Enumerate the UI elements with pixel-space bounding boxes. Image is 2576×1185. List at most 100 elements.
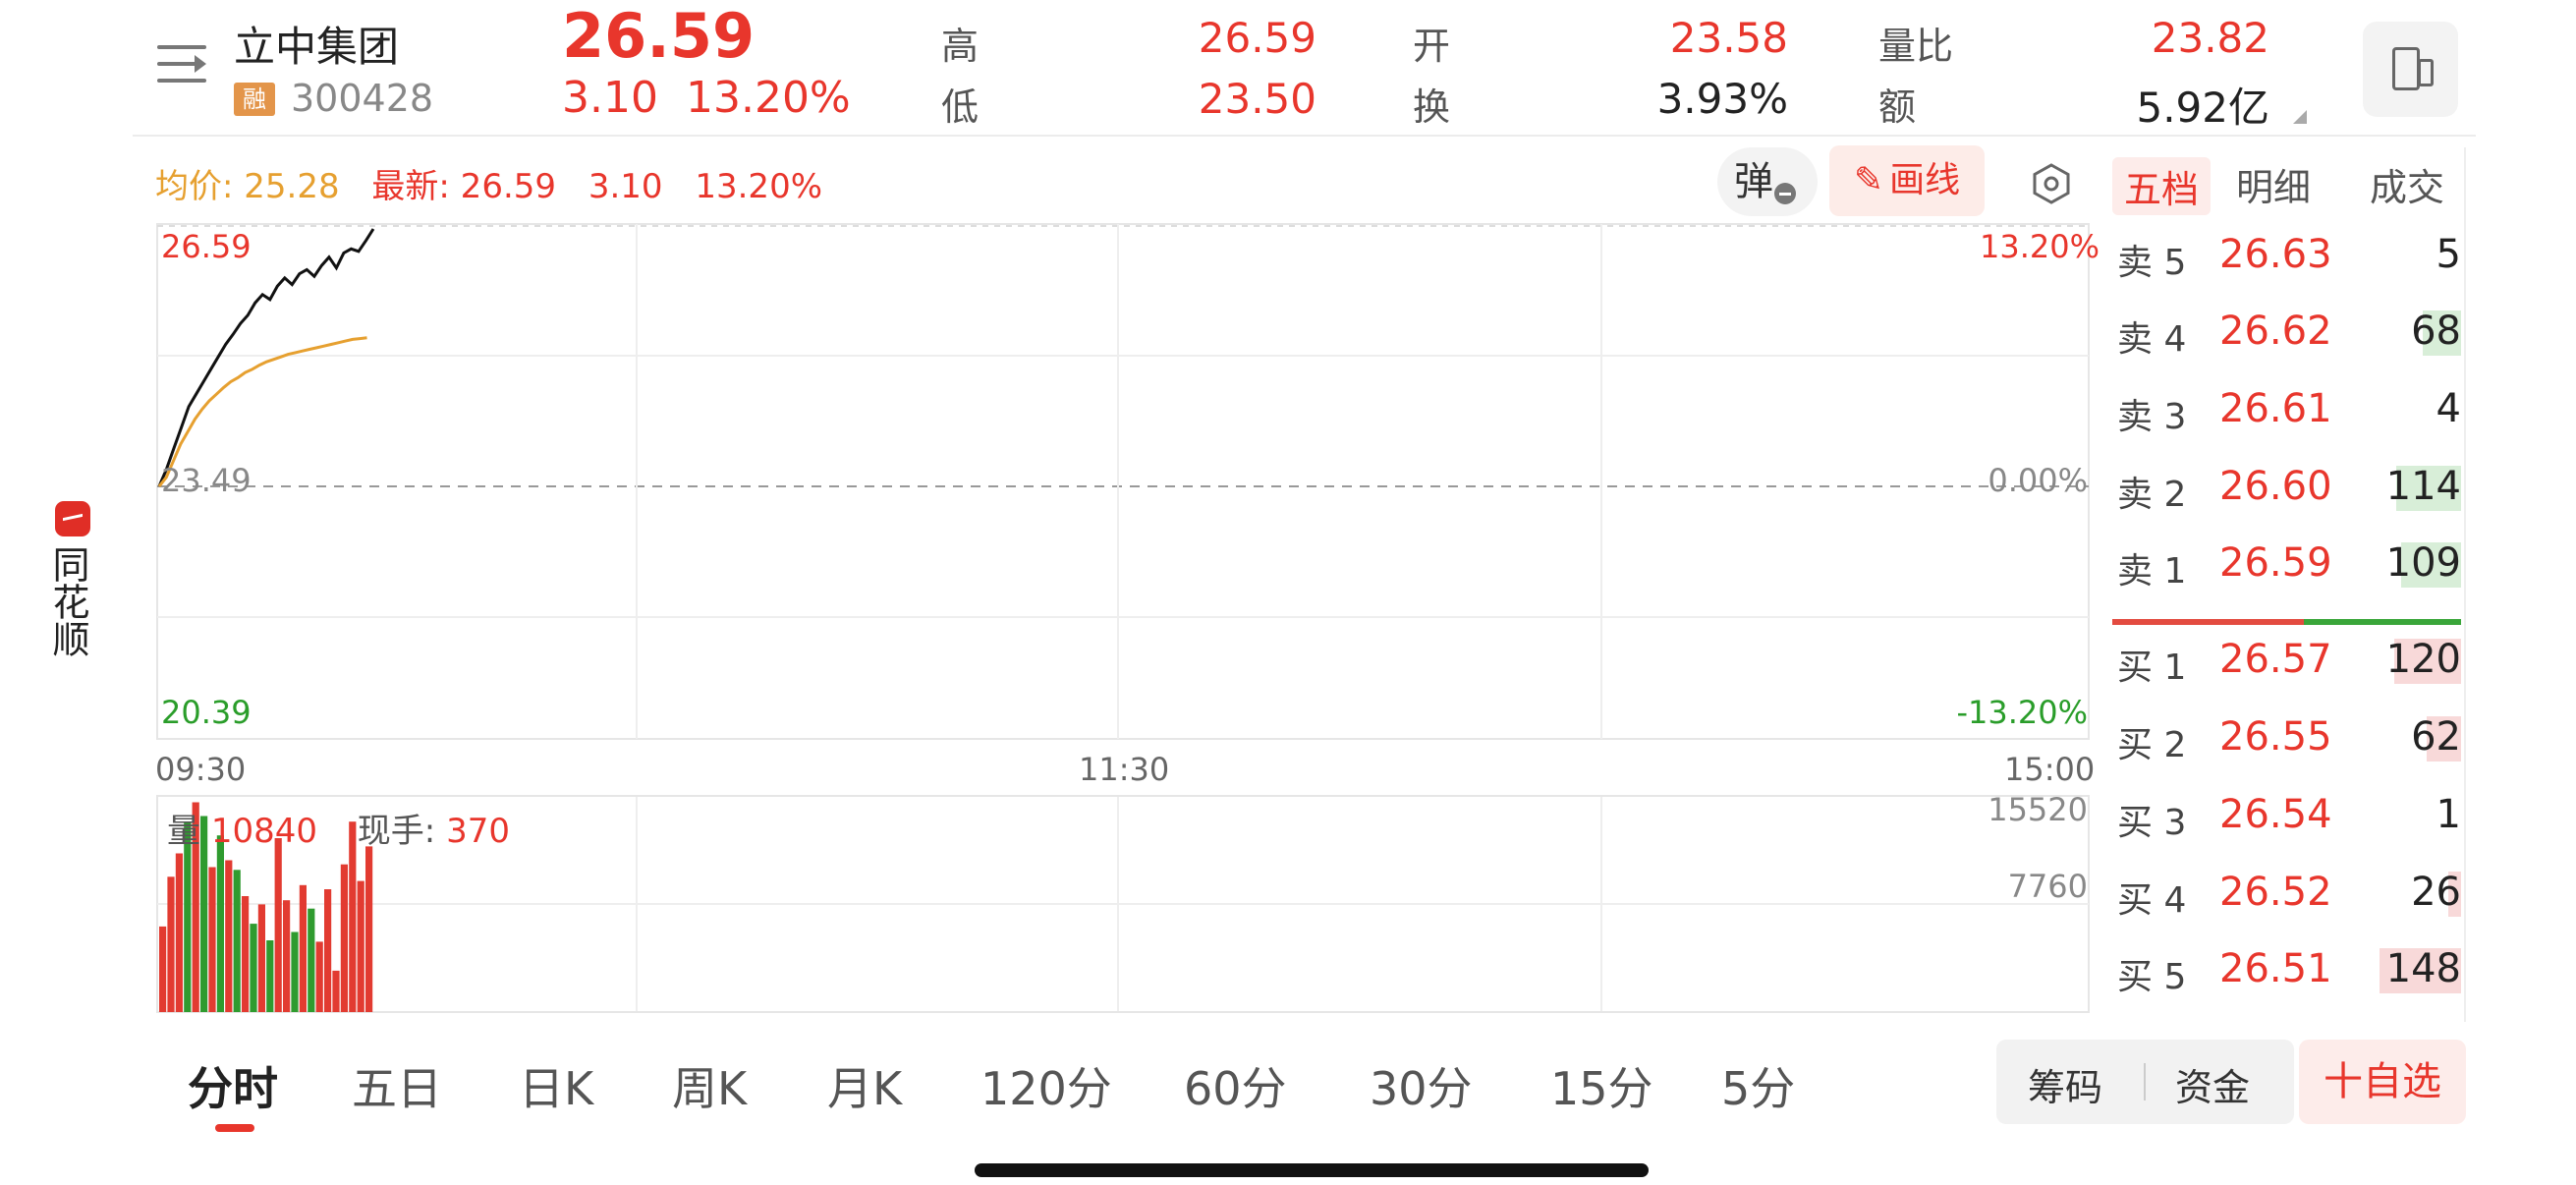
- tab-trades[interactable]: 成交: [2370, 157, 2444, 211]
- level-qty: 109: [2385, 540, 2461, 586]
- ask-row[interactable]: 卖 5 26.63 5: [2117, 226, 2461, 297]
- volume-bar: [365, 846, 373, 1012]
- volume-bar: [324, 889, 332, 1012]
- bid-row[interactable]: 买 4 26.52 26: [2117, 864, 2461, 934]
- funds-button[interactable]: 资金: [2175, 1057, 2250, 1111]
- volume-bar: [225, 860, 233, 1012]
- ask-row[interactable]: 卖 1 26.59 109: [2117, 535, 2461, 605]
- volume-bar: [233, 870, 241, 1012]
- volume-bar: [266, 940, 274, 1012]
- level-price: 26.59: [2219, 540, 2332, 586]
- level-qty: 148: [2385, 946, 2461, 991]
- level-qty: 68: [2411, 309, 2461, 354]
- volume-bar: [315, 941, 323, 1012]
- level-label: 卖 5: [2117, 243, 2187, 283]
- price-line: [157, 228, 375, 487]
- period-tab[interactable]: 日K: [519, 1053, 593, 1118]
- volume-bar: [159, 926, 167, 1012]
- level-qty: 114: [2385, 464, 2461, 509]
- period-tab[interactable]: 120分: [980, 1053, 1112, 1118]
- orderbook-divider-buy: [2304, 619, 2461, 625]
- volume-mid-label: 7760: [2007, 868, 2088, 905]
- volume-bar: [167, 876, 175, 1012]
- volume-max-label: 15520: [1988, 791, 2088, 828]
- tab-five-levels[interactable]: 五档: [2112, 157, 2212, 215]
- level-label: 卖 1: [2117, 551, 2187, 592]
- ask-row[interactable]: 卖 4 26.62 68: [2117, 303, 2461, 373]
- level-price: 26.61: [2219, 386, 2332, 431]
- level-price: 26.55: [2219, 714, 2332, 760]
- orderbook-divider-sell: [2112, 619, 2304, 625]
- orderbook-tabs: 五档 明细 成交: [2112, 157, 2461, 216]
- bid-row[interactable]: 买 2 26.55 62: [2117, 708, 2461, 779]
- level-label: 卖 4: [2117, 319, 2187, 360]
- level-price: 26.63: [2219, 232, 2332, 277]
- volume-bar: [208, 867, 216, 1012]
- period-tab[interactable]: 五日: [352, 1053, 442, 1118]
- volume-bar: [216, 835, 224, 1012]
- level-label: 买 3: [2117, 803, 2187, 843]
- level-qty: 26: [2411, 870, 2461, 915]
- level-price: 26.54: [2219, 792, 2332, 837]
- y-label-bottom-right: -13.20%: [1956, 694, 2088, 731]
- volume-label: 量: [167, 812, 200, 851]
- y-label-top-left: 26.59: [161, 228, 252, 265]
- volume-bar: [308, 908, 315, 1012]
- price-panel-frame: [156, 223, 2090, 740]
- volume-bar: [291, 931, 299, 1012]
- time-label-close: 15:00: [2004, 751, 2096, 788]
- volume-bar: [257, 904, 265, 1012]
- level-label: 卖 2: [2117, 475, 2187, 515]
- level-label: 卖 3: [2117, 397, 2187, 437]
- ask-row[interactable]: 卖 2 26.60 114: [2117, 458, 2461, 529]
- add-watchlist-button[interactable]: 十自选: [2299, 1040, 2466, 1124]
- level-price: 26.52: [2219, 870, 2332, 915]
- level-price: 26.62: [2219, 309, 2332, 354]
- chip-funds-group: 筹码 资金: [1996, 1040, 2294, 1124]
- chip-button[interactable]: 筹码: [2028, 1057, 2102, 1111]
- tab-details[interactable]: 明细: [2236, 157, 2311, 211]
- level-price: 26.51: [2219, 946, 2332, 991]
- volume-info: 量 10840 现手: 370: [167, 804, 539, 852]
- level-label: 买 2: [2117, 725, 2187, 765]
- current-hand-value: 370: [446, 812, 510, 851]
- y-label-top-right: 13.20%: [1980, 228, 2100, 265]
- volume-bar: [283, 900, 291, 1012]
- period-tab[interactable]: 5分: [1721, 1053, 1795, 1118]
- level-qty: 1: [2436, 792, 2461, 837]
- period-tab[interactable]: 分时: [188, 1053, 278, 1118]
- y-label-mid-right: 0.00%: [1988, 462, 2088, 499]
- volume-bar: [250, 924, 257, 1012]
- bid-row[interactable]: 买 1 26.57 120: [2117, 631, 2461, 702]
- period-tab[interactable]: 15分: [1550, 1053, 1653, 1118]
- level-label: 买 4: [2117, 880, 2187, 921]
- level-qty: 120: [2385, 637, 2461, 682]
- level-price: 26.60: [2219, 464, 2332, 509]
- current-hand-label: 现手:: [357, 812, 436, 851]
- time-label-open: 09:30: [155, 751, 247, 788]
- volume-bar: [299, 884, 307, 1012]
- home-indicator[interactable]: [975, 1163, 1649, 1177]
- period-tab[interactable]: 月K: [827, 1053, 902, 1118]
- period-tab[interactable]: 30分: [1370, 1053, 1473, 1118]
- bid-row[interactable]: 买 5 26.51 148: [2117, 940, 2461, 1011]
- volume-bar: [357, 880, 364, 1012]
- bid-row[interactable]: 买 3 26.54 1: [2117, 786, 2461, 857]
- level-label: 买 1: [2117, 648, 2187, 688]
- period-tab[interactable]: 60分: [1184, 1053, 1287, 1118]
- y-label-bottom-left: 20.39: [161, 694, 252, 731]
- volume-bar: [175, 853, 183, 1012]
- level-price: 26.57: [2219, 637, 2332, 682]
- volume-bar: [274, 838, 282, 1012]
- active-tab-underline: [215, 1124, 254, 1132]
- level-qty: 4: [2436, 386, 2461, 431]
- y-label-mid-left: 23.49: [161, 462, 252, 499]
- volume-bar: [332, 970, 340, 1012]
- time-label-mid: 11:30: [1079, 751, 1170, 788]
- level-label: 买 5: [2117, 957, 2187, 997]
- level-qty: 62: [2411, 714, 2461, 760]
- volume-bar: [340, 864, 348, 1012]
- level-qty: 5: [2436, 232, 2461, 277]
- period-tab[interactable]: 周K: [672, 1053, 747, 1118]
- ask-row[interactable]: 卖 3 26.61 4: [2117, 380, 2461, 451]
